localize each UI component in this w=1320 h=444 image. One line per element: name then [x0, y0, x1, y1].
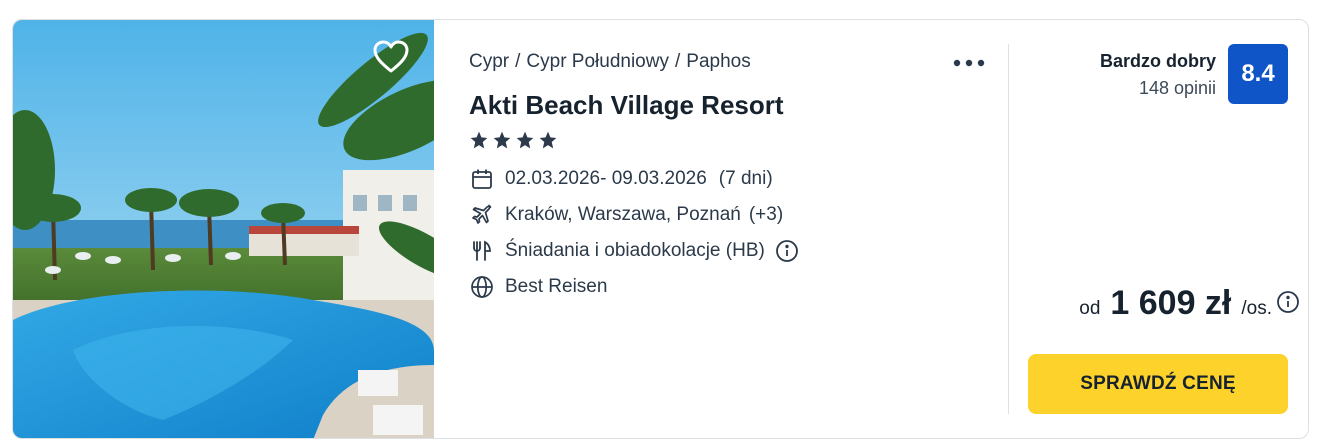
- check-price-button[interactable]: SPRAWDŹ CENĘ: [1028, 354, 1288, 414]
- tour-operator: Best Reisen: [505, 276, 608, 297]
- board-row: Śniadania i obiadokolacje (HB): [469, 237, 799, 265]
- star-icon: [470, 131, 488, 149]
- favorite-heart-icon[interactable]: [373, 40, 409, 74]
- star-icon: [539, 131, 557, 149]
- hotel-stars: [469, 130, 558, 152]
- departure-row: Kraków, Warszawa, Poznań (+3): [469, 201, 783, 229]
- hotel-photo[interactable]: [13, 20, 434, 438]
- hotel-info: Cypr / Cypr Południowy / Paphos Akti Beach V…: [469, 20, 1009, 438]
- trip-duration: (7 dni): [718, 168, 773, 189]
- breadcrumb-separator: /: [674, 51, 681, 72]
- rating-count[interactable]: 148 opinii: [1139, 78, 1216, 99]
- globe-icon: [469, 274, 495, 300]
- price-suffix: /os.: [1241, 298, 1272, 319]
- travel-dates: 02.03.2026- 09.03.2026: [505, 168, 707, 189]
- board-info-icon[interactable]: [775, 239, 799, 263]
- price: od 1 609 zł /os.: [1079, 284, 1300, 323]
- hotel-photo-image: [13, 20, 434, 438]
- dates-row: 02.03.2026- 09.03.2026 (7 dni): [469, 165, 773, 193]
- departure-cities: Kraków, Warszawa, Poznań: [505, 204, 741, 225]
- rating-score-badge: 8.4: [1228, 44, 1288, 104]
- star-icon: [516, 131, 534, 149]
- breadcrumb-region[interactable]: Cypr Południowy: [526, 51, 669, 72]
- price-info-icon[interactable]: [1276, 290, 1300, 314]
- star-icon: [493, 131, 511, 149]
- departure-extra-count[interactable]: (+3): [749, 204, 783, 226]
- hotel-offer-card[interactable]: Cypr / Cypr Południowy / Paphos Akti Beach V…: [12, 19, 1309, 439]
- calendar-icon: [469, 166, 495, 192]
- rating-label: Bardzo dobry: [1099, 51, 1216, 71]
- utensils-icon: [469, 238, 495, 264]
- plane-icon: [469, 202, 495, 228]
- column-divider: [1008, 44, 1009, 414]
- breadcrumb-city[interactable]: Paphos: [686, 51, 750, 72]
- operator-row: Best Reisen: [469, 273, 607, 301]
- hotel-name[interactable]: Akti Beach Village Resort: [469, 90, 784, 121]
- breadcrumb-separator: /: [515, 51, 521, 72]
- price-prefix: od: [1079, 298, 1101, 319]
- price-amount: 1 609 zł: [1110, 284, 1232, 322]
- board-type: Śniadania i obiadokolacje (HB): [505, 240, 765, 261]
- more-dots-icon[interactable]: [951, 54, 987, 72]
- breadcrumb: Cypr / Cypr Południowy / Paphos: [469, 51, 751, 73]
- breadcrumb-country[interactable]: Cypr: [469, 51, 509, 72]
